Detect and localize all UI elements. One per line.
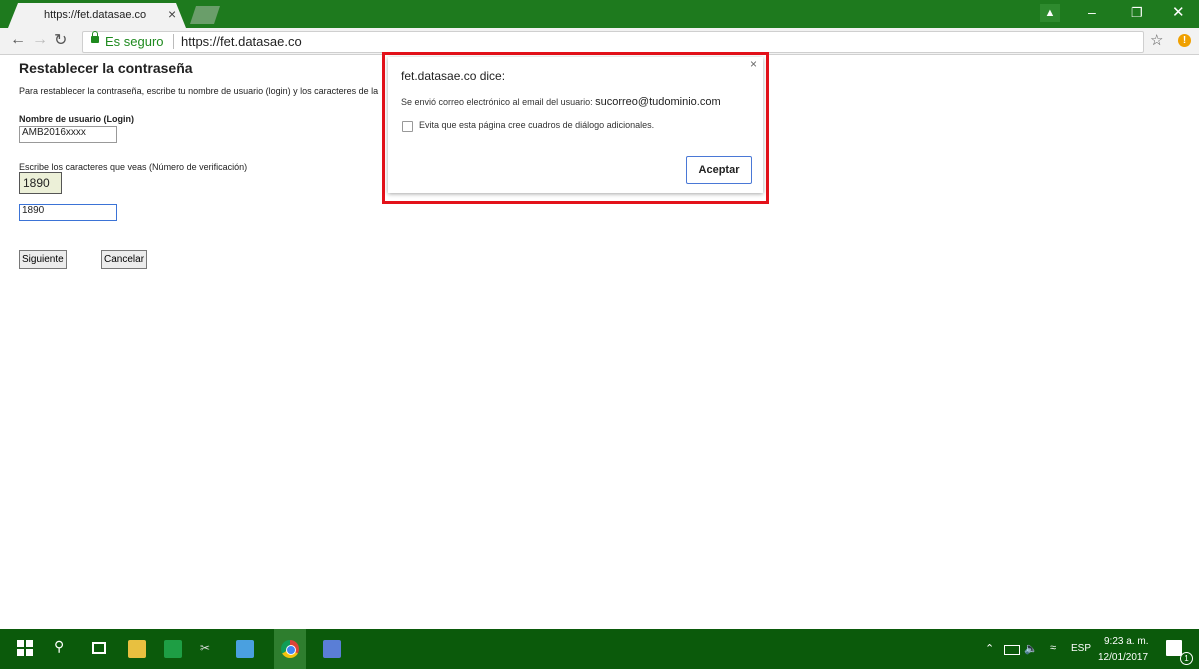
secure-label: Es seguro xyxy=(105,34,164,49)
dialog-email: sucorreo@tudominio.com xyxy=(595,96,721,108)
lock-icon xyxy=(91,31,99,43)
dialog-title: fet.datasae.co dice: xyxy=(401,69,506,83)
cancel-button[interactable]: Cancelar xyxy=(101,250,148,269)
bookmark-star-icon[interactable]: ☆ xyxy=(1150,31,1163,49)
suppress-dialogs-checkbox[interactable] xyxy=(402,121,413,132)
user-profile-icon[interactable]: ▲ xyxy=(1040,4,1060,22)
remote-desktop-icon[interactable] xyxy=(236,640,254,658)
tab-title: https://fet.datasae.co xyxy=(44,9,147,21)
login-input[interactable]: AMB2016xxxx xyxy=(19,126,117,143)
tray-chevron-up-icon[interactable]: ⌃ xyxy=(985,642,994,655)
network-app-icon[interactable] xyxy=(323,640,341,658)
dialog-message: Se envió correo electrónico al email del… xyxy=(401,96,721,108)
login-label: Nombre de usuario (Login) xyxy=(19,114,135,124)
snipping-tool-icon[interactable]: ✂ xyxy=(200,641,218,659)
browser-toolbar: ← → ↻ Es seguro https://fet.datasae.co ☆… xyxy=(0,28,1199,55)
search-icon[interactable]: ⚲ xyxy=(54,638,72,656)
new-tab-button[interactable] xyxy=(190,6,220,24)
windows-start-icon[interactable] xyxy=(17,640,35,658)
next-button[interactable]: Siguiente xyxy=(19,250,67,269)
captcha-label: Escribe los caracteres que veas (Número … xyxy=(19,162,248,172)
page-title: Restablecer la contraseña xyxy=(19,60,193,76)
browser-titlebar: https://fet.datasae.co × ▲ – ❐ ✕ xyxy=(0,0,1199,28)
reload-icon[interactable]: ↻ xyxy=(54,30,67,50)
restore-icon[interactable]: ❐ xyxy=(1131,5,1143,21)
minimize-icon[interactable]: – xyxy=(1088,4,1096,20)
language-indicator[interactable]: ESP xyxy=(1071,643,1091,654)
action-center-icon[interactable] xyxy=(1166,640,1182,656)
chrome-icon[interactable] xyxy=(281,640,299,658)
clock-date[interactable]: 12/01/2017 xyxy=(1098,652,1148,663)
dialog-close-icon[interactable]: × xyxy=(750,57,757,71)
wifi-icon[interactable]: ≈ xyxy=(1050,642,1056,654)
file-explorer-icon[interactable] xyxy=(128,640,146,658)
browser-tab[interactable]: https://fet.datasae.co × xyxy=(8,3,186,28)
captcha-image: 1890 xyxy=(19,172,62,194)
spreadsheet-app-icon[interactable] xyxy=(164,640,182,658)
suppress-dialogs-label[interactable]: Evita que esta página cree cuadros de di… xyxy=(419,120,654,130)
battery-icon[interactable] xyxy=(1004,645,1020,655)
dialog-message-text: Se envió correo electrónico al email del… xyxy=(401,97,596,107)
alert-dialog: × fet.datasae.co dice: Se envió correo e… xyxy=(388,57,763,193)
task-view-icon[interactable] xyxy=(92,642,106,654)
tab-close-icon[interactable]: × xyxy=(168,6,176,22)
back-arrow-icon[interactable]: ← xyxy=(10,31,26,49)
alert-icon[interactable]: ! xyxy=(1178,34,1191,47)
address-bar[interactable]: Es seguro https://fet.datasae.co xyxy=(82,31,1144,53)
volume-icon[interactable]: 🔈 xyxy=(1024,642,1038,655)
url-text[interactable]: https://fet.datasae.co xyxy=(181,34,302,49)
forward-arrow-icon[interactable]: → xyxy=(32,31,48,49)
verification-input[interactable]: 1890 xyxy=(19,204,117,221)
instructions-text: Para restablecer la contraseña, escribe … xyxy=(19,86,379,96)
notification-count-badge: 1 xyxy=(1180,652,1193,665)
address-divider xyxy=(173,34,174,49)
accept-button[interactable]: Aceptar xyxy=(686,156,752,184)
window-close-icon[interactable]: ✕ xyxy=(1172,3,1185,21)
clock-time[interactable]: 9:23 a. m. xyxy=(1104,636,1148,647)
